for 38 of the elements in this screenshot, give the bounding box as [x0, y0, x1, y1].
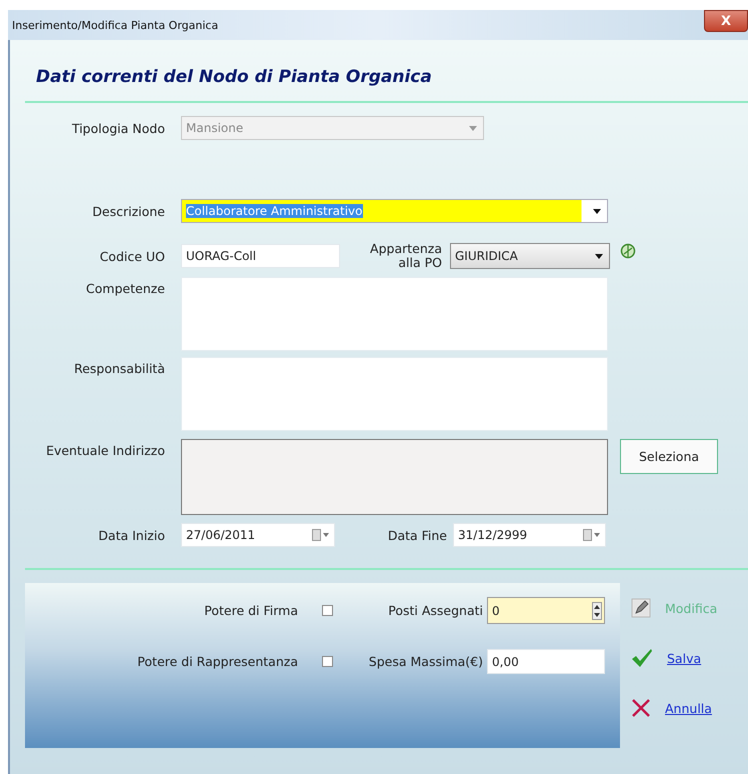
- field-label: Descrizione: [91, 204, 166, 218]
- date-picker[interactable]: 31/12/2999: [453, 523, 606, 547]
- caret-icon: [593, 208, 601, 214]
- field-label: Potere di Firma: [203, 603, 298, 618]
- field-label: Potere di Rappresentanza: [136, 654, 298, 669]
- field-label: Codice UO: [98, 248, 166, 264]
- globe-icon[interactable]: [620, 243, 636, 259]
- field-label: Competenze: [85, 280, 166, 296]
- spinner-arrows-icon: [592, 602, 602, 620]
- field-label: Tipologia Nodo: [70, 120, 166, 136]
- field-label: Responsabilità: [73, 360, 166, 376]
- calendar-dropdown-icon: [583, 529, 601, 541]
- checkmark-icon: [631, 648, 653, 668]
- caret-icon: [469, 126, 477, 130]
- code-input[interactable]: UORAG-Coll: [181, 244, 340, 268]
- field-label: Spesa Massima(€): [368, 654, 484, 669]
- field-label: Posti Assegnati: [387, 603, 484, 618]
- field-label: Eventuale Indirizzo: [45, 442, 166, 458]
- checkbox[interactable]: [322, 605, 333, 616]
- field-label: Data Fine: [386, 528, 448, 542]
- window-title: Inserimento/Modifica Pianta Organica: [11, 18, 218, 32]
- field-label: Data Inizio: [97, 528, 166, 542]
- save-link[interactable]: Salva: [667, 650, 702, 666]
- calendar-dropdown-icon: [312, 529, 330, 541]
- number-spinner[interactable]: 0: [487, 597, 605, 624]
- pencil-icon: [631, 598, 651, 618]
- caret-icon: [595, 254, 603, 258]
- membership-dropdown[interactable]: GIURIDICA: [450, 243, 610, 269]
- select-button[interactable]: Seleziona: [620, 439, 718, 474]
- cancel-link[interactable]: Annulla: [665, 700, 712, 716]
- date-picker[interactable]: 27/06/2011: [181, 523, 335, 547]
- close-button[interactable]: X: [704, 10, 748, 32]
- form-heading: Dati correnti del Nodo di Pianta Organica: [36, 67, 433, 89]
- checkbox[interactable]: [322, 656, 333, 667]
- amount-input[interactable]: 0,00: [487, 649, 605, 674]
- address-textarea[interactable]: [181, 439, 608, 515]
- cross-icon: [631, 698, 651, 718]
- field-label: Appartenza alla PO: [369, 242, 443, 270]
